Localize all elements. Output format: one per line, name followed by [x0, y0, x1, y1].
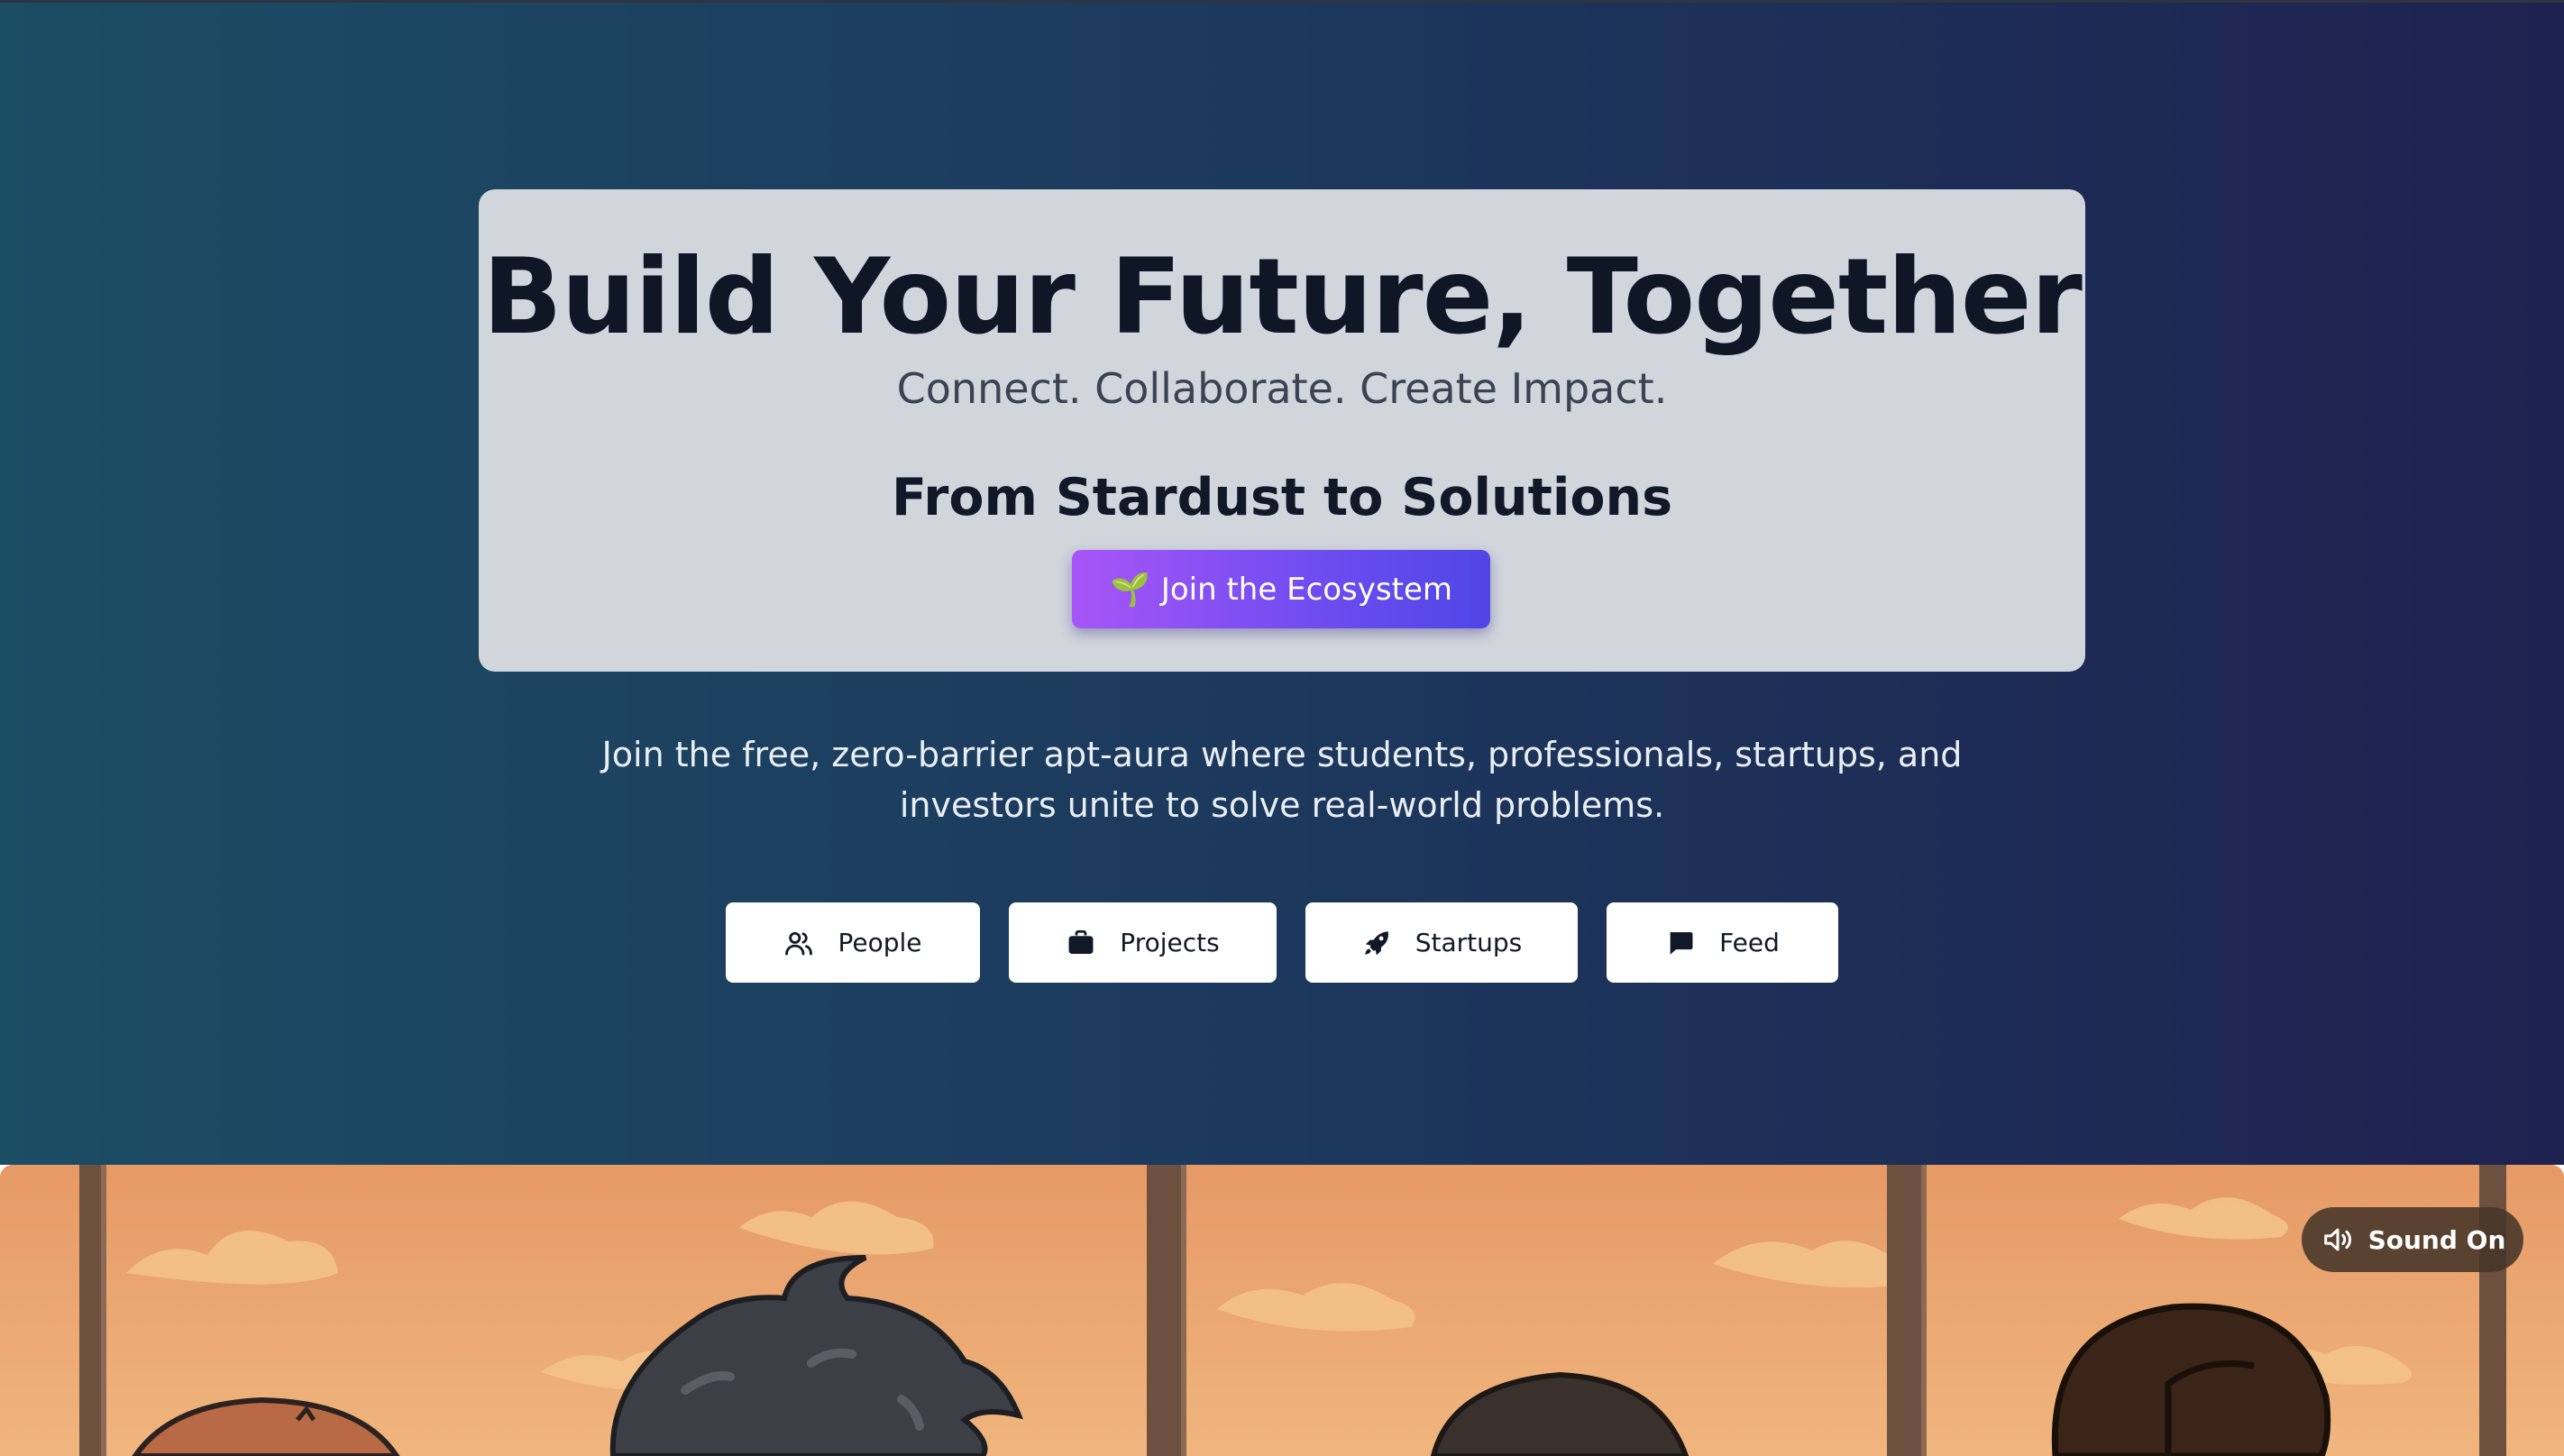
feed-label: Feed	[1719, 928, 1780, 957]
speaker-icon	[2320, 1222, 2356, 1258]
sound-toggle-label: Sound On	[2367, 1224, 2506, 1255]
hero-section: Build Your Future, Together Connect. Col…	[0, 0, 2564, 1165]
people-button[interactable]: People	[726, 902, 980, 983]
hero-headline: Build Your Future, Together	[482, 236, 2083, 358]
feed-button[interactable]: Feed	[1607, 902, 1838, 983]
description-line: investors unite to solve real-world prob…	[899, 785, 1665, 825]
startups-label: Startups	[1415, 928, 1523, 957]
description-line: Join the free, zero-barrier apt-aura whe…	[601, 735, 1963, 774]
briefcase-icon	[1066, 928, 1096, 958]
users-icon	[783, 928, 814, 958]
sound-toggle-button[interactable]: Sound On	[2302, 1207, 2523, 1272]
message-icon	[1665, 928, 1696, 958]
illustration-art	[0, 1165, 2564, 1456]
people-label: People	[838, 928, 922, 957]
hero-subheading: From Stardust to Solutions	[891, 468, 1673, 527]
projects-label: Projects	[1120, 928, 1220, 957]
hero-banner-illustration	[0, 1165, 2564, 1456]
hero-tagline: Connect. Collaborate. Create Impact.	[896, 364, 1668, 413]
rocket-icon	[1361, 928, 1392, 958]
landing-page: Build Your Future, Together Connect. Col…	[0, 0, 2564, 1456]
join-ecosystem-button[interactable]: 🌱 Join the Ecosystem	[1072, 550, 1490, 628]
sprout-icon: 🌱	[1110, 571, 1150, 609]
projects-button[interactable]: Projects	[1009, 902, 1277, 983]
join-ecosystem-label: Join the Ecosystem	[1160, 571, 1452, 608]
hero-card: Build Your Future, Together Connect. Col…	[479, 189, 2085, 672]
hero-description: Join the free, zero-barrier apt-aura whe…	[0, 729, 2564, 830]
startups-button[interactable]: Startups	[1305, 902, 1578, 983]
